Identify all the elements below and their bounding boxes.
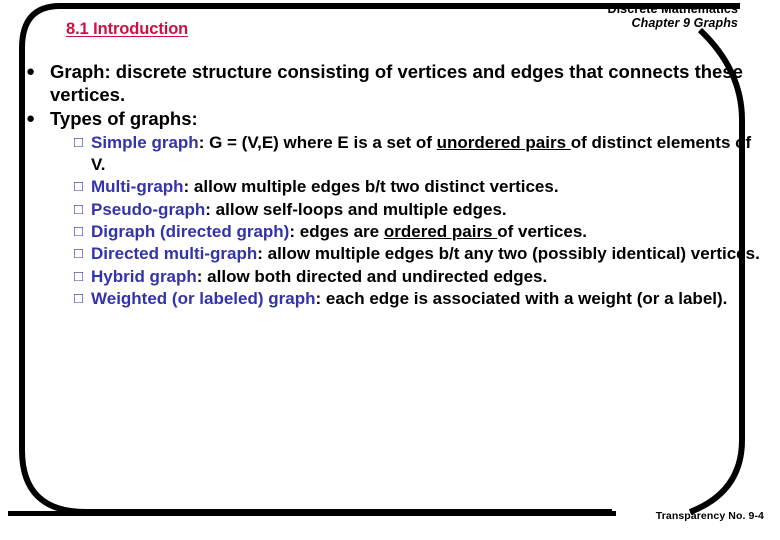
filled-circle-bullet-icon: ● <box>26 109 36 127</box>
filled-circle-bullet-icon: ● <box>26 63 36 80</box>
subbullet-term: Simple graph <box>91 133 199 153</box>
hollow-square-bullet-icon: □ <box>74 200 84 218</box>
subbullet-term: Hybrid graph <box>91 266 197 286</box>
footer-divider-rule <box>8 511 616 516</box>
subbullet-rest-1: : edges are <box>289 222 384 242</box>
subbullet-rest-1: : allow multiple edges b/t two distinct … <box>183 177 559 197</box>
subbullet-item-simple-graph: □ Simple graph: G = (V,E) where E is a s… <box>74 132 766 175</box>
subbullet-term: Digraph (directed graph) <box>91 222 290 242</box>
subbullet-text: Simple graph: G = (V,E) where E is a set… <box>91 132 766 175</box>
subbullet-text: Digraph (directed graph): edges are orde… <box>91 221 766 242</box>
subbullet-item-digraph: □ Digraph (directed graph): edges are or… <box>74 221 766 242</box>
subbullet-item-pseudo-graph: □ Pseudo-graph: allow self-loops and mul… <box>74 199 766 220</box>
subbullet-underlined-1: ordered pairs <box>383 222 498 242</box>
hollow-square-bullet-icon: □ <box>74 178 84 196</box>
header-chapter-title: Chapter 9 Graphs <box>631 16 738 30</box>
subbullet-term: Directed multi-graph <box>91 244 258 264</box>
subbullet-rest-1: : allow self-loops and multiple edges. <box>205 199 507 219</box>
bullet-text: Types of graphs: <box>50 107 198 129</box>
subbullet-rest-1: : allow multiple edges b/t any two (poss… <box>257 244 760 264</box>
subbullet-text: Multi-graph: allow multiple edges b/t tw… <box>91 176 766 197</box>
subbullet-term: Weighted (or labeled) graph <box>91 289 316 309</box>
subbullet-item-multi-graph: □ Multi-graph: allow multiple edges b/t … <box>74 176 766 197</box>
subbullet-text: Pseudo-graph: allow self-loops and multi… <box>91 199 766 220</box>
subbullet-rest-2: of vertices. <box>497 222 587 242</box>
subbullet-rest-1: : G = (V,E) where E is a set of <box>198 133 437 153</box>
hollow-square-bullet-icon: □ <box>74 267 84 285</box>
hollow-square-bullet-icon: □ <box>74 245 84 263</box>
subbullet-item-directed-multi-graph: □ Directed multi-graph: allow multiple e… <box>74 243 766 264</box>
footer-transparency-number: Transparency No. 9-4 <box>655 510 764 522</box>
bullet-text: Graph: discrete structure consisting of … <box>50 61 743 106</box>
subbullet-text: Directed multi-graph: allow multiple edg… <box>91 243 766 264</box>
bullet-item-types-of-graphs: ● Types of graphs: <box>26 107 766 130</box>
subbullet-term: Multi-graph <box>91 177 184 197</box>
graph-types-sublist: □ Simple graph: G = (V,E) where E is a s… <box>74 132 766 309</box>
subbullet-text: Hybrid graph: allow both directed and un… <box>91 266 766 287</box>
hollow-square-bullet-icon: □ <box>74 134 84 152</box>
subbullet-item-weighted-graph: □ Weighted (or labeled) graph: each edge… <box>74 288 766 309</box>
subbullet-underlined-1: unordered pairs <box>436 133 571 153</box>
header-course-title: Discrete Mathematics <box>607 2 738 16</box>
subbullet-rest-1: : allow both directed and undirected edg… <box>196 266 548 286</box>
hollow-square-bullet-icon: □ <box>74 290 84 308</box>
subbullet-item-hybrid-graph: □ Hybrid graph: allow both directed and … <box>74 266 766 287</box>
subbullet-term: Pseudo-graph <box>91 199 206 219</box>
page-title: 8.1 Introduction <box>66 20 189 38</box>
subbullet-rest-1: : each edge is associated with a weight … <box>315 289 728 309</box>
slide: Discrete Mathematics Chapter 9 Graphs 8.… <box>0 0 780 540</box>
hollow-square-bullet-icon: □ <box>74 223 84 241</box>
slide-body: ● Graph: discrete structure consisting o… <box>26 60 766 311</box>
subbullet-text: Weighted (or labeled) graph: each edge i… <box>91 288 766 309</box>
bullet-item-graph-definition: ● Graph: discrete structure consisting o… <box>26 60 766 107</box>
slide-header: Discrete Mathematics Chapter 9 Graphs <box>607 2 738 30</box>
